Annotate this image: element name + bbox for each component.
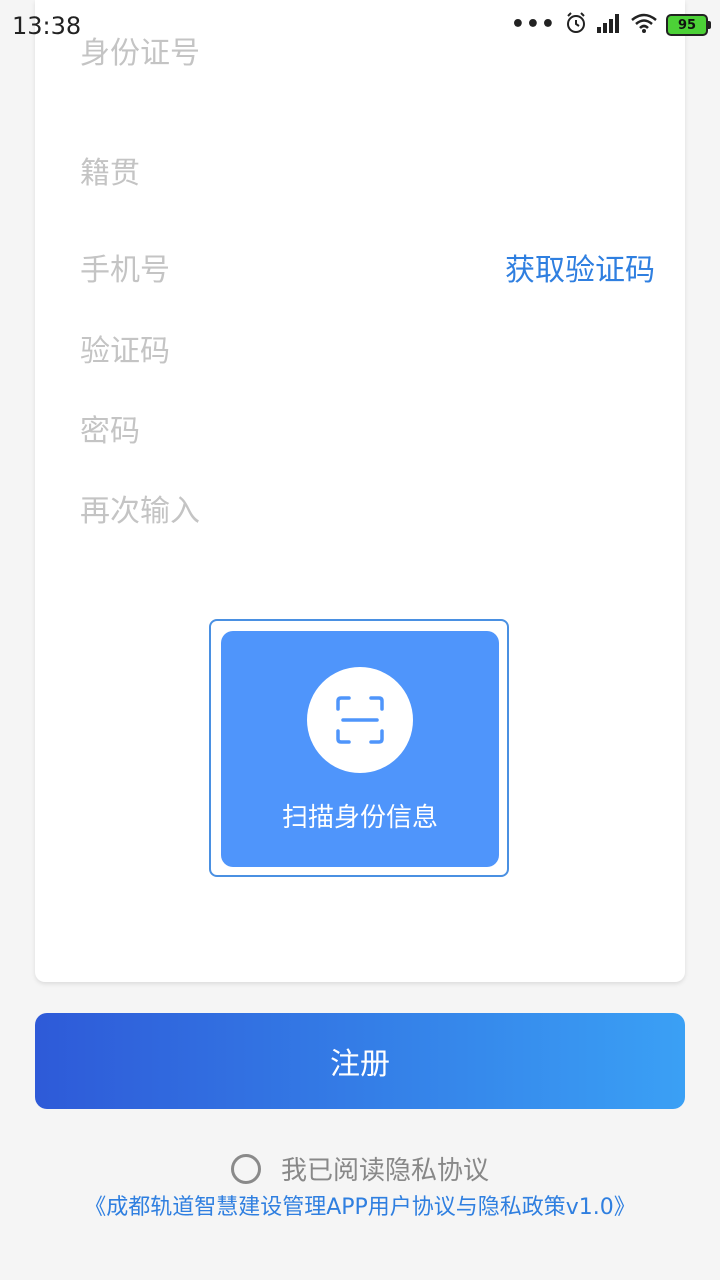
agree-radio[interactable]	[230, 1153, 261, 1184]
native-place-input[interactable]: 籍贯	[80, 148, 140, 192]
more-dots-icon: •••	[510, 12, 556, 37]
get-code-button[interactable]: 获取验证码	[505, 245, 655, 289]
status-bar: 13:38 ••• 95	[0, 0, 720, 50]
agree-label: 我已阅读隐私协议	[280, 1156, 489, 1186]
scan-icon-circle	[307, 667, 413, 773]
register-button[interactable]: 注册	[35, 1013, 685, 1109]
signal-icon	[596, 13, 622, 37]
phone-input[interactable]: 手机号	[80, 245, 170, 289]
status-icons: ••• 95	[510, 10, 711, 40]
scan-icon	[336, 696, 384, 744]
status-time: 13:38	[12, 12, 82, 40]
agreement-row: 我已阅读隐私协议	[0, 1150, 720, 1187]
battery-icon: 95	[666, 14, 711, 36]
confirm-password-input[interactable]: 再次输入	[80, 486, 200, 530]
policy-link[interactable]: 《成都轨道智慧建设管理APP用户协议与隐私政策v1.0》	[0, 1189, 720, 1221]
wifi-icon	[630, 12, 658, 38]
scan-label: 扫描身份信息	[281, 803, 438, 833]
password-input[interactable]: 密码	[80, 406, 140, 450]
alarm-icon	[564, 11, 588, 39]
verify-code-input[interactable]: 验证码	[80, 326, 170, 370]
